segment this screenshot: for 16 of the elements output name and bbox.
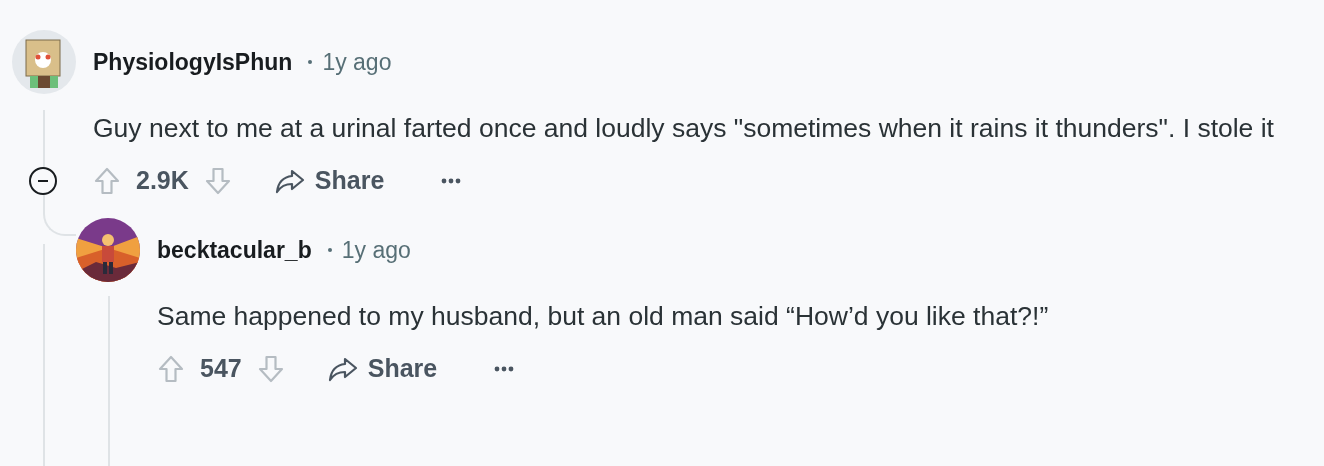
more-icon[interactable]: [494, 366, 515, 372]
vote-count: 2.9K: [136, 165, 189, 197]
username[interactable]: becktacular_b: [157, 232, 312, 268]
share-icon: [327, 356, 358, 382]
collapse-button[interactable]: [29, 167, 57, 195]
comment-text: Same happened to my husband, but an old man said “How’d you like that?!”: [157, 300, 1050, 333]
share-button[interactable]: Share: [327, 350, 438, 388]
comment-text: Guy next to me at a urinal farted once and loudly says "sometimes when it rains it thunders". I stole it: [93, 112, 1275, 145]
avatar-icon[interactable]: [12, 30, 76, 94]
more-icon[interactable]: [441, 178, 462, 184]
timestamp: 1y ago: [341, 235, 411, 265]
share-icon: [274, 168, 305, 194]
timestamp: 1y ago: [322, 47, 392, 77]
vote-count: 547: [200, 353, 242, 385]
share-button[interactable]: Share: [274, 162, 385, 200]
username[interactable]: PhysiologyIsPhun: [93, 44, 293, 80]
